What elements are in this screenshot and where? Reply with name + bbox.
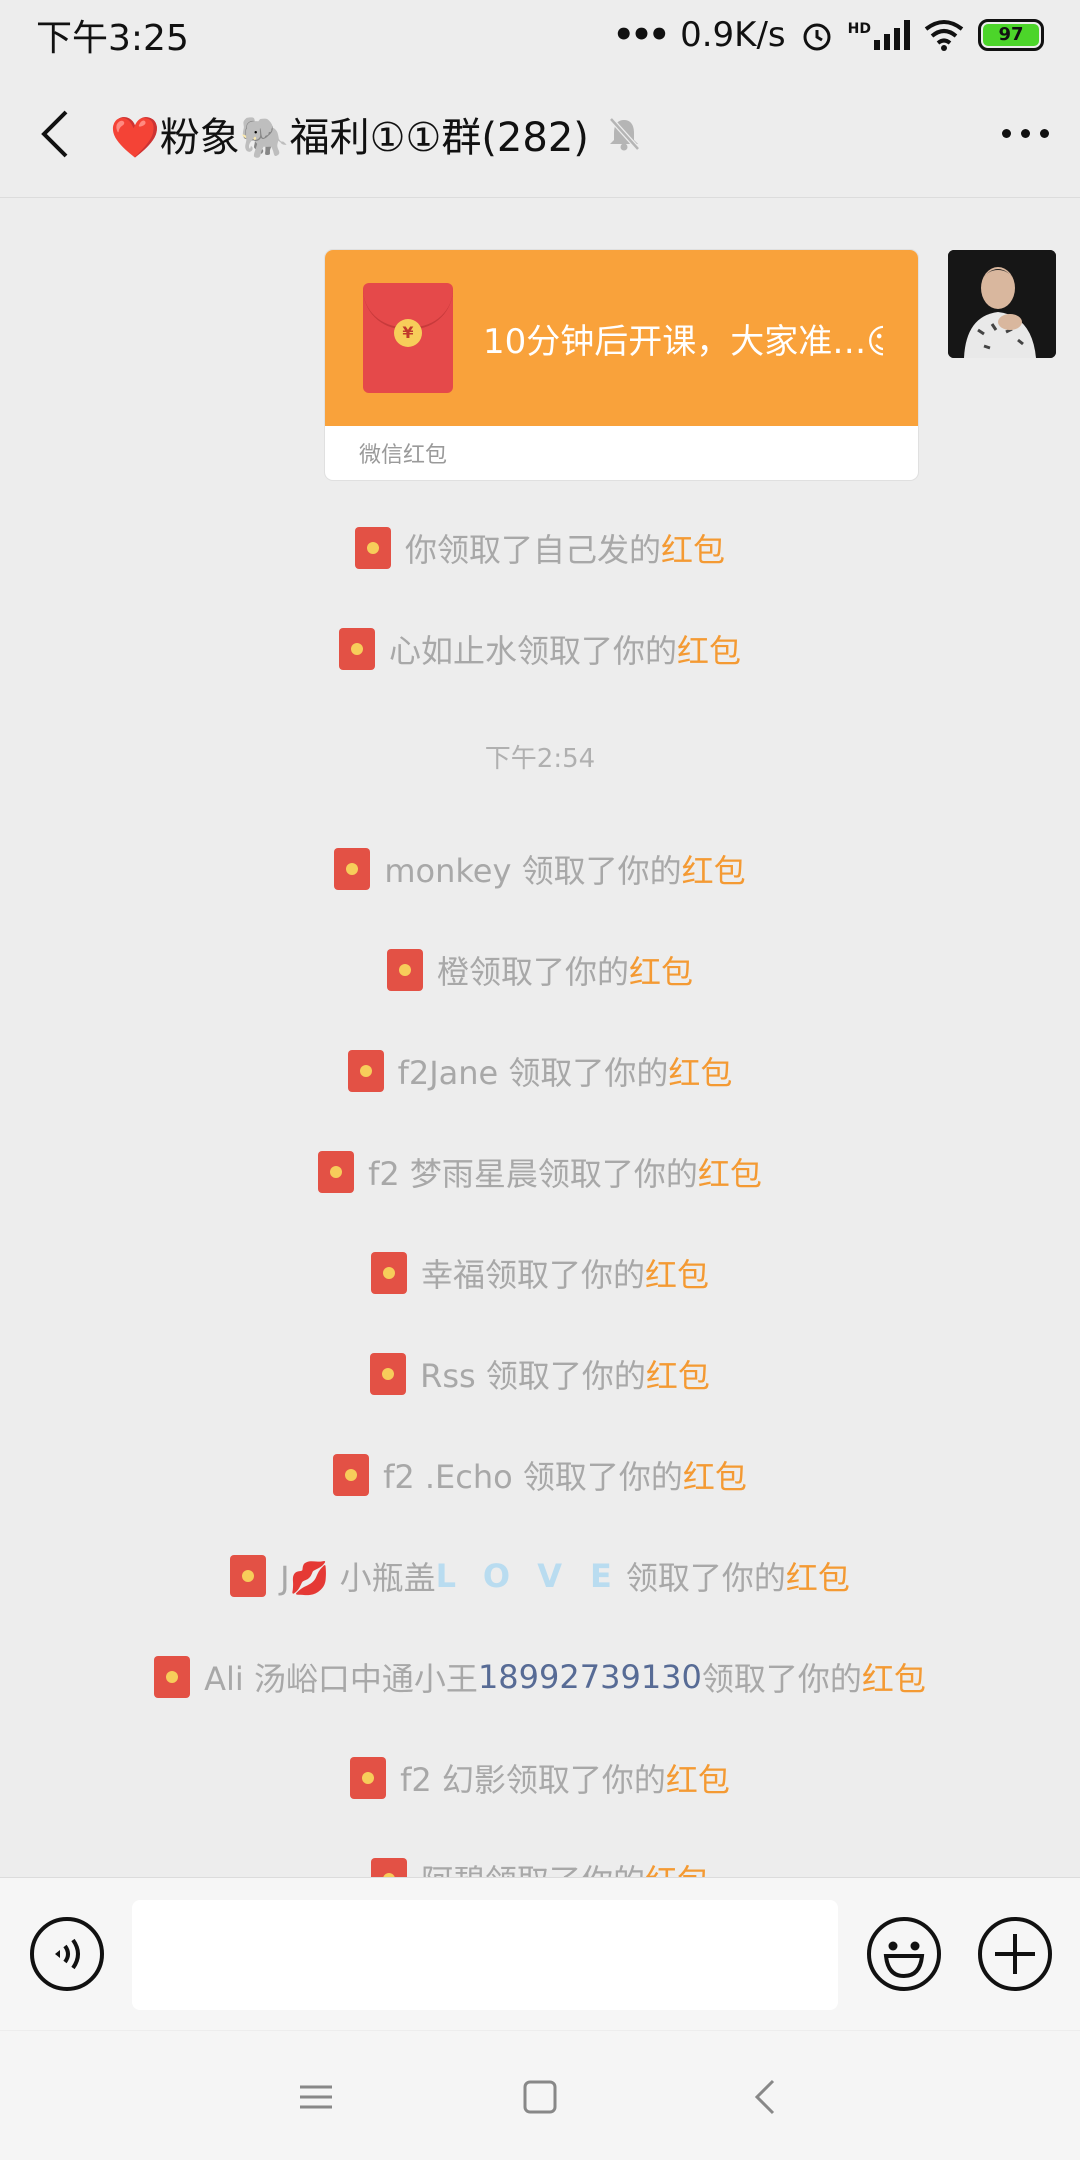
- more-notifications-icon: •••: [612, 15, 670, 55]
- more-functions-button[interactable]: [977, 1916, 1053, 1992]
- system-navigation-bar: [0, 2031, 1080, 2160]
- wechat-group-chat-screen: 下午3:25 ••• 0.9K/s HD 97 ❤️粉象🐘福利①①群(282) …: [0, 0, 1080, 2160]
- voice-icon: [30, 1917, 104, 1991]
- red-packet-bubble[interactable]: ¥ 10分钟后开课，大家准…😉 微信红包: [325, 250, 918, 480]
- bell-off-icon: [609, 116, 640, 151]
- red-envelope-icon: [370, 1353, 407, 1395]
- message-timestamp: 下午2:54: [484, 744, 596, 774]
- red-packet-claim-notice: 阿碧领取了你的红包: [0, 1856, 1080, 1877]
- red-envelope-icon: [318, 1151, 355, 1193]
- red-packet-link[interactable]: 红包: [698, 1149, 762, 1195]
- red-packet-claim-notice: f2 .Echo 领取了你的 红包: [0, 1452, 1080, 1498]
- status-indicators: ••• 0.9K/s HD 97: [613, 15, 1044, 55]
- red-packet-claim-notice: f2 梦雨星晨领取了你的 红包: [0, 1149, 1080, 1195]
- red-envelope-icon: [154, 1656, 191, 1698]
- chevron-left-icon: [41, 110, 68, 157]
- red-packet-claim-notice: Ali 汤峪口中通小王 18992739130 领取了你的 红包: [0, 1654, 1080, 1700]
- battery-icon: 97: [978, 19, 1044, 51]
- red-envelope-icon: [334, 848, 371, 890]
- red-packet-claim-notice: f2Jane 领取了你的 红包: [0, 1048, 1080, 1094]
- chat-input-bar: [0, 1877, 1080, 2030]
- red-packet-link[interactable]: 红包: [683, 1452, 747, 1498]
- red-packet-claim-notice: 你领取了自己发的 红包: [0, 525, 1080, 571]
- red-packet-claim-notice: f2 幻影领取了你的 红包: [0, 1755, 1080, 1801]
- message-input[interactable]: [132, 1900, 838, 2010]
- chat-title: ❤️粉象🐘福利①①群(282): [110, 114, 589, 161]
- red-packet-claim-notice: J💋 小瓶盖 LOVE 领取了你的 红包: [0, 1553, 1080, 1599]
- red-packet-claim-notice: monkey 领取了你的 红包: [0, 846, 1080, 892]
- red-packet-link[interactable]: 红包: [646, 1351, 710, 1397]
- red-envelope-icon: ¥: [363, 283, 453, 393]
- red-packet-claim-notice: 幸福领取了你的 红包: [0, 1250, 1080, 1296]
- red-envelope-icon: [386, 949, 423, 991]
- red-envelope-icon: [370, 1858, 407, 1877]
- red-packet-greeting: 10分钟后开课，大家准…😉: [483, 321, 883, 362]
- smiley-icon: [867, 1917, 941, 1991]
- plus-icon: [978, 1917, 1052, 1991]
- red-packet-claim-notice: 心如止水领取了你的 红包: [0, 626, 1080, 672]
- message-list[interactable]: ¥ 10分钟后开课，大家准…😉 微信红包 你领取了自己发的 红包 心如止水领取了…: [0, 199, 1080, 1877]
- red-packet-claim-notice: Rss 领取了你的 红包: [0, 1351, 1080, 1397]
- emoji-button[interactable]: [866, 1916, 942, 1992]
- voice-input-button[interactable]: [29, 1916, 105, 1992]
- back-icon[interactable]: [745, 2075, 789, 2119]
- more-options-button[interactable]: [970, 70, 1080, 198]
- chat-title-area: ❤️粉象🐘福利①①群(282): [110, 105, 970, 163]
- red-packet-link[interactable]: 红包: [661, 525, 725, 571]
- cell-signal-icon: HD: [848, 20, 910, 50]
- red-envelope-icon: [354, 527, 391, 569]
- status-time: 下午3:25: [36, 18, 189, 59]
- red-packet-link[interactable]: 红包: [645, 1250, 709, 1296]
- red-packet-link[interactable]: 红包: [862, 1654, 926, 1700]
- back-button[interactable]: [0, 70, 110, 198]
- red-envelope-icon: [350, 1757, 387, 1799]
- battery-level: 97: [983, 24, 1039, 46]
- red-packet-link[interactable]: 红包: [786, 1553, 850, 1599]
- red-envelope-icon: [230, 1555, 267, 1597]
- red-packet-body: ¥ 10分钟后开课，大家准…😉: [325, 250, 918, 426]
- red-packet-claim-notice: 橙领取了你的 红包: [0, 947, 1080, 993]
- status-bar: 下午3:25 ••• 0.9K/s HD 97: [0, 0, 1080, 70]
- home-icon[interactable]: [518, 2075, 562, 2119]
- red-packet-link[interactable]: 红包: [645, 1856, 709, 1877]
- love-decoration: LOVE: [435, 1557, 640, 1595]
- red-packet-link[interactable]: 红包: [677, 626, 741, 672]
- red-packet-link[interactable]: 红包: [682, 846, 746, 892]
- red-envelope-icon: [333, 1454, 370, 1496]
- menu-icon[interactable]: [294, 2075, 338, 2119]
- red-envelope-icon: [370, 1252, 407, 1294]
- alarm-clock-icon: [803, 23, 831, 51]
- phone-number-link[interactable]: 18992739130: [478, 1658, 702, 1696]
- avatar[interactable]: [948, 250, 1056, 358]
- chat-header: ❤️粉象🐘福利①①群(282): [0, 70, 1080, 198]
- red-envelope-icon: [338, 628, 375, 670]
- red-packet-label: 微信红包: [359, 443, 448, 468]
- red-packet-link[interactable]: 红包: [668, 1048, 732, 1094]
- network-speed: 0.9K/s: [680, 15, 786, 55]
- red-packet-link[interactable]: 红包: [666, 1755, 730, 1801]
- wifi-icon: [924, 20, 964, 51]
- red-envelope-icon: [347, 1050, 384, 1092]
- sent-message-row: ¥ 10分钟后开课，大家准…😉 微信红包: [325, 250, 1056, 480]
- red-packet-link[interactable]: 红包: [629, 947, 693, 993]
